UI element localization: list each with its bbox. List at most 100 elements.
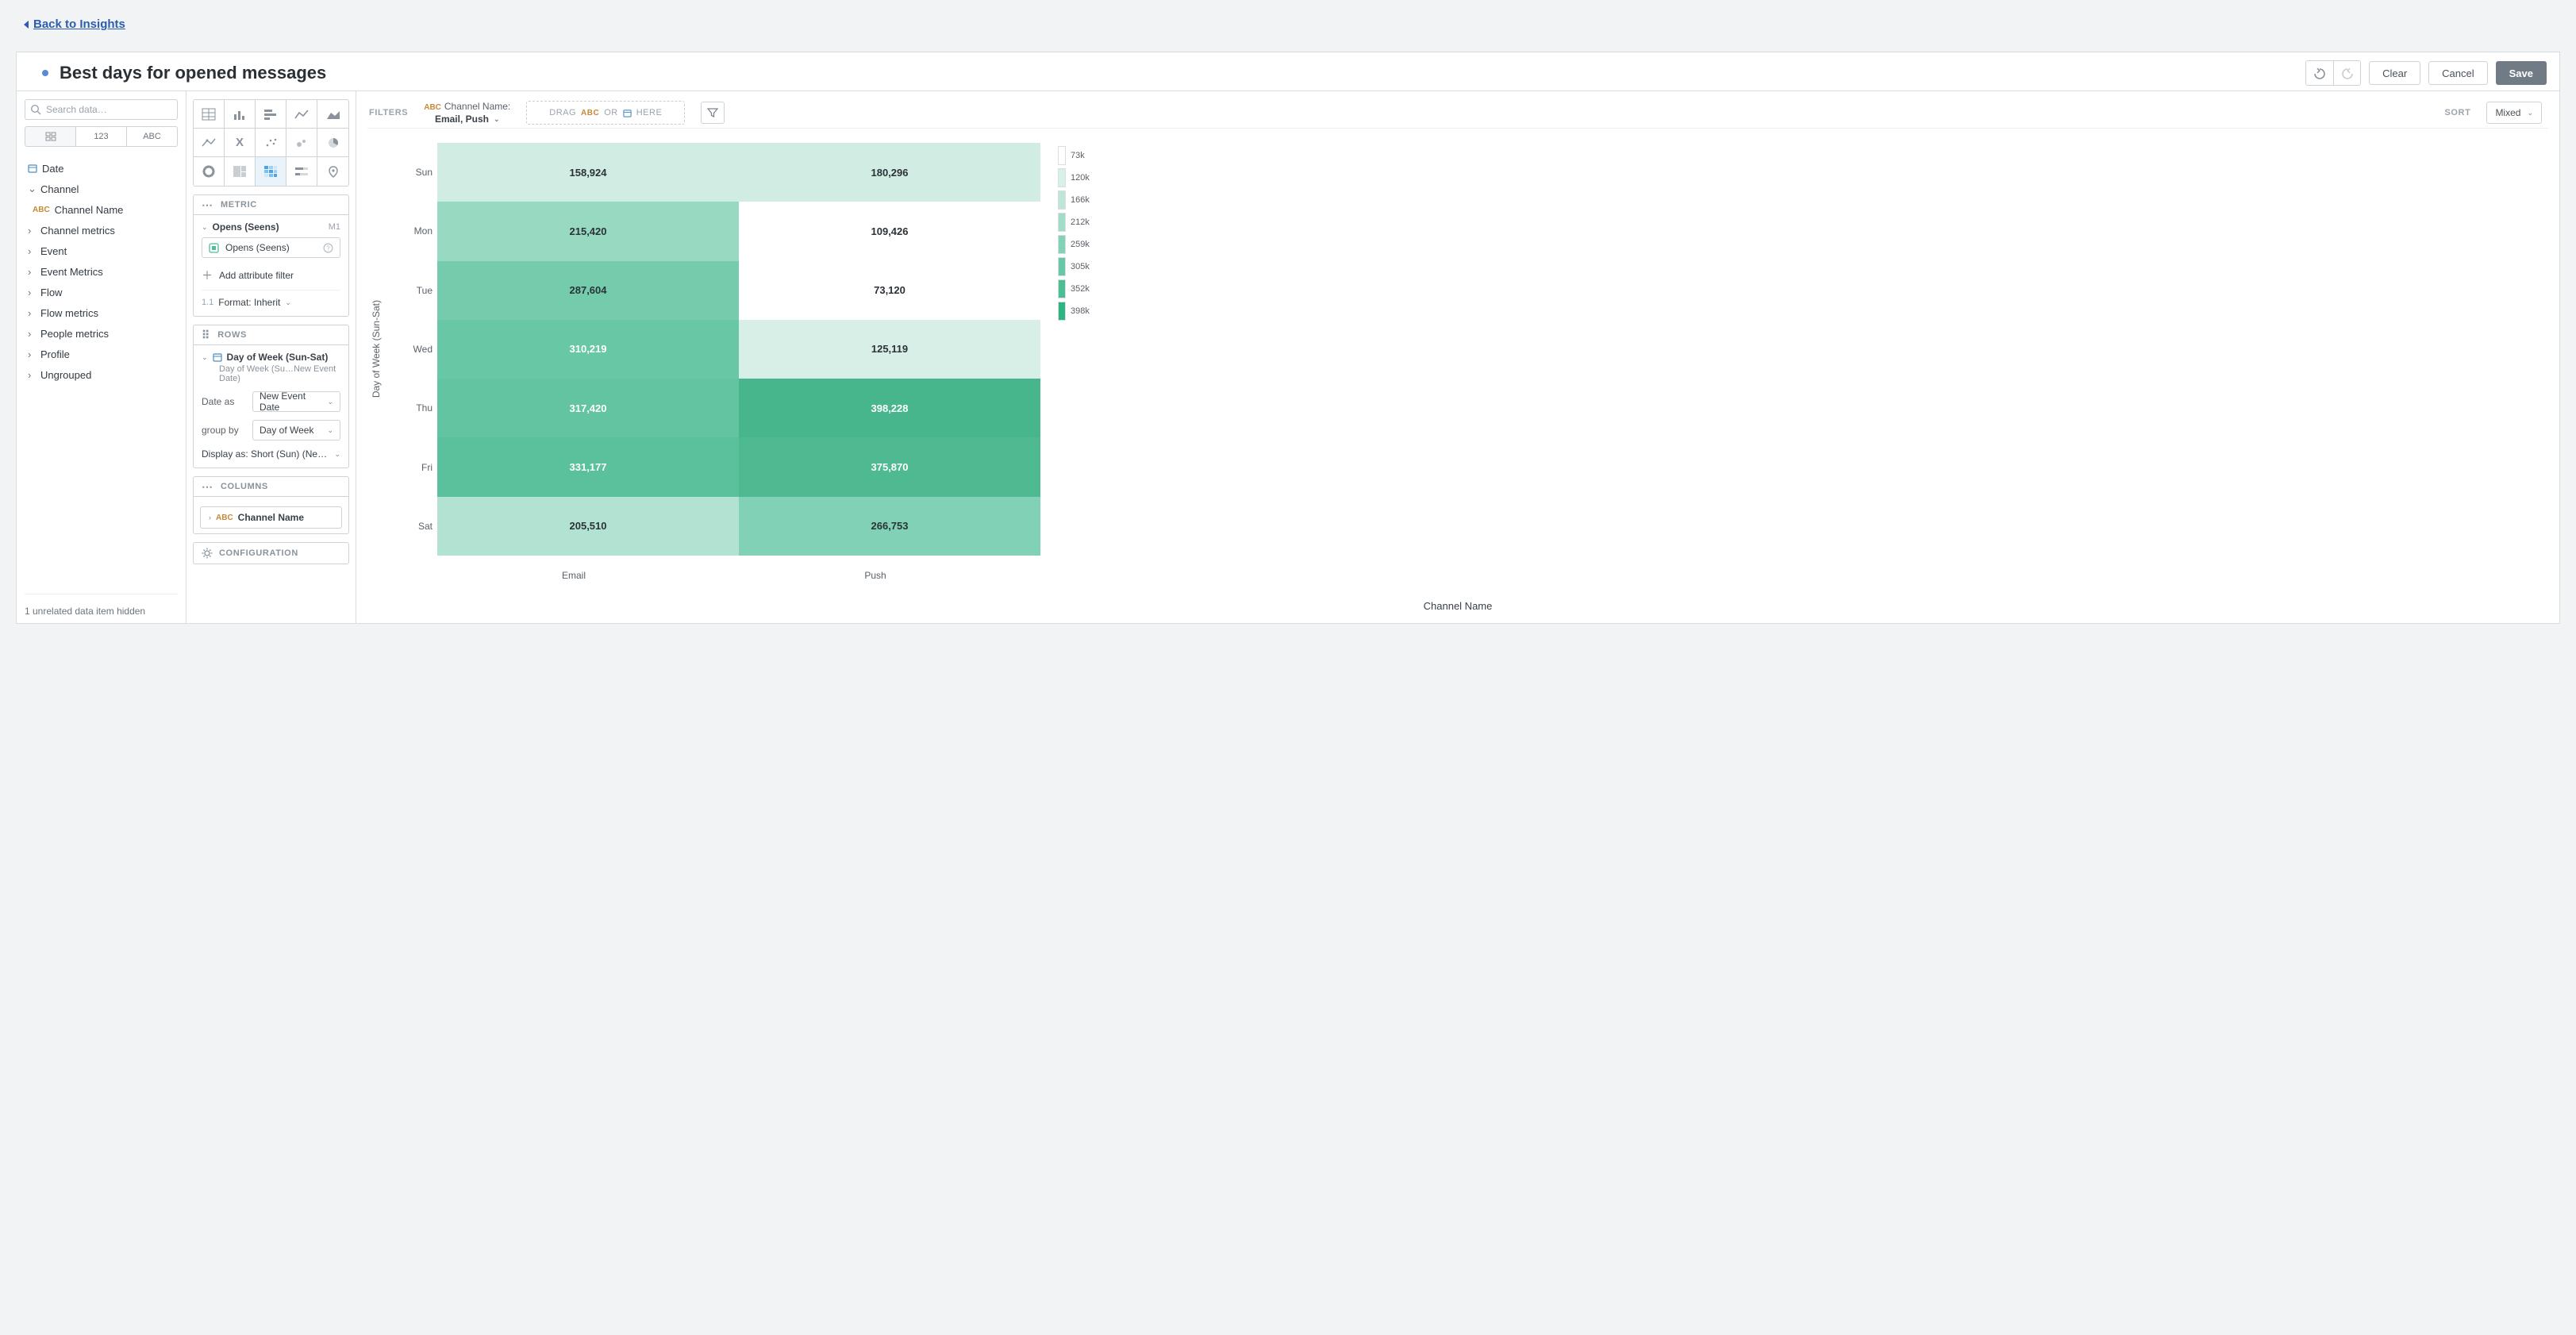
filter-settings-button[interactable]	[701, 102, 725, 124]
columns-field[interactable]: › ABC Channel Name	[200, 506, 342, 529]
redo-button[interactable]	[2333, 61, 2360, 85]
bubble-icon	[294, 137, 309, 149]
chevron-right-icon: ›	[28, 266, 36, 278]
help-icon[interactable]: ?	[323, 243, 333, 253]
y-tick-labels: SunMonTueWedThuFriSat	[404, 143, 437, 556]
viz-treemap[interactable]	[225, 157, 256, 186]
legend-row: 352k	[1058, 278, 1105, 300]
viz-bubble[interactable]	[286, 129, 317, 157]
columns-section: ⋯COLUMNS › ABC Channel Name	[193, 476, 349, 534]
metric-format[interactable]: 1.1Format: Inherit⌄	[202, 297, 340, 308]
viz-area[interactable]	[317, 100, 348, 129]
tree-item-date[interactable]: Date	[25, 158, 178, 179]
type-tab-all[interactable]	[25, 127, 76, 146]
legend-swatch	[1058, 168, 1066, 187]
svg-text:?: ?	[326, 244, 330, 252]
date-as-select[interactable]: New Event Date⌄	[252, 391, 340, 412]
chart-type-picker: X	[193, 99, 349, 187]
heatmap-cell[interactable]: 287,604	[437, 261, 739, 320]
viz-scatter[interactable]	[256, 129, 286, 157]
heatmap-cell[interactable]: 310,219	[437, 320, 739, 379]
legend-swatch	[1058, 302, 1066, 321]
viz-combo[interactable]	[194, 129, 225, 157]
clear-button[interactable]: Clear	[2369, 61, 2420, 85]
heatmap-cell[interactable]: 266,753	[739, 497, 1040, 556]
heatmap-cell[interactable]: 215,420	[437, 202, 739, 260]
legend-row: 305k	[1058, 256, 1105, 278]
legend-row: 212k	[1058, 211, 1105, 233]
legend-label: 259k	[1071, 240, 1090, 249]
drag-handle-icon[interactable]: ⠿	[202, 333, 211, 337]
heatmap-cell[interactable]: 180,296	[739, 143, 1040, 202]
tree-item-event-metrics[interactable]: ›Event Metrics	[25, 261, 178, 282]
heatmap-cell[interactable]: 73,120	[739, 261, 1040, 320]
viz-heatmap[interactable]	[256, 157, 286, 186]
tree-item-people-metrics[interactable]: ›People metrics	[25, 323, 178, 344]
type-tab-text[interactable]: ABC	[127, 127, 177, 146]
chevron-down-icon[interactable]: ⌄	[202, 353, 208, 362]
type-tab-numeric[interactable]: 123	[76, 127, 127, 146]
tree-item-channel-metrics[interactable]: ›Channel metrics	[25, 220, 178, 240]
tree-item-ungrouped[interactable]: ›Ungrouped	[25, 364, 178, 385]
legend-swatch	[1058, 190, 1066, 210]
undo-button[interactable]	[2306, 61, 2333, 85]
y-tick: Tue	[404, 261, 437, 320]
heatmap-cell[interactable]: 375,870	[739, 437, 1040, 496]
group-by-select[interactable]: Day of Week⌄	[252, 420, 340, 441]
drag-filter-target[interactable]: DRAG ABC OR HERE	[526, 101, 685, 125]
heatmap-cell[interactable]: 317,420	[437, 379, 739, 437]
sort-label: SORT	[2444, 108, 2470, 117]
filter-chip-channel[interactable]: ABCChannel Name: Email, Push⌄	[424, 101, 510, 125]
tree-item-profile[interactable]: ›Profile	[25, 344, 178, 364]
viz-column[interactable]	[225, 100, 256, 129]
viz-table[interactable]	[194, 100, 225, 129]
heatmap-cell[interactable]: 125,119	[739, 320, 1040, 379]
heatmap-cell[interactable]: 158,924	[437, 143, 739, 202]
legend-swatch	[1058, 279, 1066, 298]
tree-item-channel-name[interactable]: ABCChannel Name	[25, 199, 178, 220]
heatmap-legend: 73k120k166k212k259k305k352k398k	[1058, 143, 1105, 556]
abc-icon: ABC	[581, 109, 599, 117]
viz-line[interactable]	[286, 100, 317, 129]
tree-item-flow[interactable]: ›Flow	[25, 282, 178, 302]
back-to-insights-link[interactable]: Back to Insights	[24, 17, 125, 31]
viz-bullet[interactable]	[286, 157, 317, 186]
chevron-right-icon: ›	[28, 287, 36, 298]
status-dot-icon	[42, 70, 48, 76]
heatmap-cell[interactable]: 398,228	[739, 379, 1040, 437]
combo-chart-icon	[202, 137, 216, 149]
add-attribute-filter[interactable]: ＋Add attribute filter	[202, 264, 340, 290]
insight-title: Best days for opened messages	[60, 63, 326, 83]
chevron-down-icon[interactable]: ⌄	[202, 223, 208, 232]
heatmap-cell[interactable]: 109,426	[739, 202, 1040, 260]
tree-item-flow-metrics[interactable]: ›Flow metrics	[25, 302, 178, 323]
display-as[interactable]: Display as: Short (Sun) (New …⌄	[202, 448, 340, 460]
viz-bar[interactable]	[256, 100, 286, 129]
save-button[interactable]: Save	[2496, 61, 2547, 85]
chevron-right-icon: ›	[28, 369, 36, 381]
table-icon	[202, 108, 216, 121]
viz-pie[interactable]	[317, 129, 348, 157]
cancel-button[interactable]: Cancel	[2428, 61, 2487, 85]
tree-item-event[interactable]: ›Event	[25, 240, 178, 261]
viz-headline[interactable]: X	[225, 129, 256, 157]
configuration-section[interactable]: CONFIGURATION	[193, 542, 349, 564]
data-sidebar: 123 ABC Date ⌄Channel ABCChannel Name ›C…	[17, 91, 186, 623]
redo-icon	[2340, 67, 2355, 79]
viz-donut[interactable]	[194, 157, 225, 186]
drag-handle-icon[interactable]: ⋯	[202, 202, 214, 207]
heatmap-cell[interactable]: 331,177	[437, 437, 739, 496]
legend-label: 166k	[1071, 195, 1090, 205]
drag-handle-icon[interactable]: ⋯	[202, 484, 214, 489]
search-input[interactable]	[25, 99, 178, 120]
legend-label: 73k	[1071, 151, 1085, 160]
sort-select[interactable]: Mixed⌄	[2486, 102, 2542, 124]
viz-geo[interactable]	[317, 157, 348, 186]
heatmap-cell[interactable]: 205,510	[437, 497, 739, 556]
metric-field[interactable]: Opens (Seens) ?	[202, 237, 340, 258]
data-tree: Date ⌄Channel ABCChannel Name ›Channel m…	[25, 158, 178, 385]
chevron-down-icon: ⌄	[28, 183, 36, 195]
tree-item-channel[interactable]: ⌄Channel	[25, 179, 178, 199]
legend-swatch	[1058, 235, 1066, 254]
funnel-icon	[707, 107, 718, 118]
